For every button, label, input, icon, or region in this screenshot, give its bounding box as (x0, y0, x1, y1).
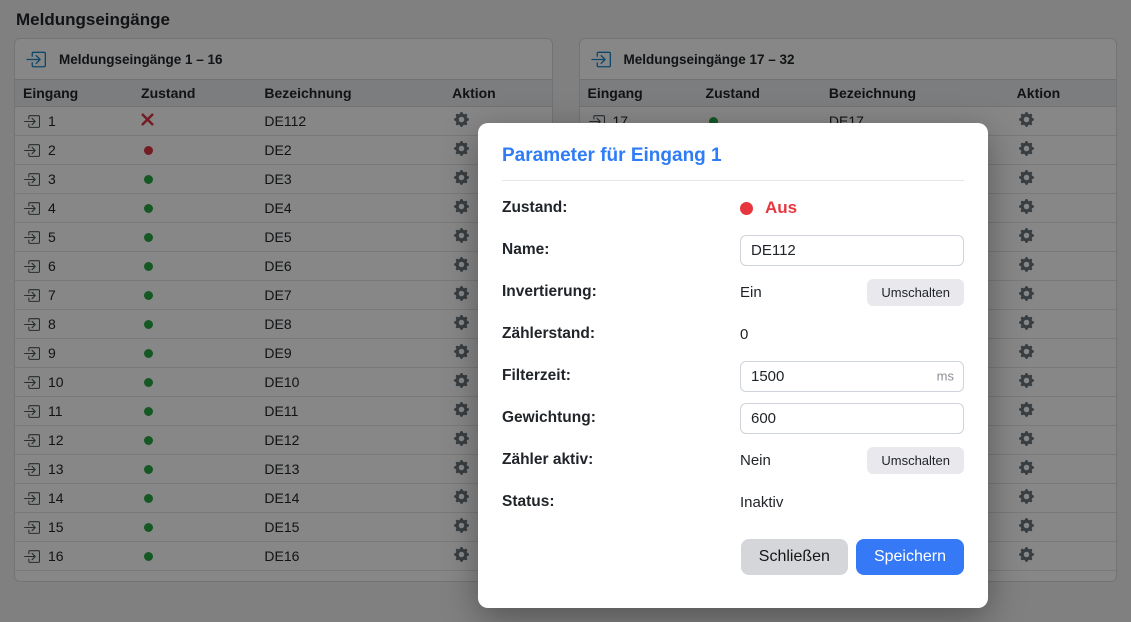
divider (502, 180, 964, 181)
field-label: Zähler aktiv: (502, 451, 740, 469)
field-row-status: Status: Inaktiv (502, 481, 964, 523)
zaehler-aktiv-umschalten-button[interactable]: Umschalten (867, 447, 964, 474)
field-label: Gewichtung: (502, 409, 740, 427)
field-row-invertierung: Invertierung: Ein Umschalten (502, 271, 964, 313)
zustand-value: Aus (740, 198, 964, 218)
invertierung-umschalten-button[interactable]: Umschalten (867, 279, 964, 306)
field-label: Invertierung: (502, 283, 740, 301)
speichern-button[interactable]: Speichern (856, 539, 964, 575)
gewichtung-input[interactable] (740, 403, 964, 434)
zaehlerstand-value: 0 (740, 326, 964, 343)
field-label: Zählerstand: (502, 325, 740, 343)
schliessen-button[interactable]: Schließen (741, 539, 848, 575)
field-row-filterzeit: Filterzeit: ms (502, 355, 964, 397)
field-row-zustand: Zustand: Aus (502, 187, 964, 229)
invertierung-value: Ein (740, 284, 762, 301)
field-label: Status: (502, 493, 740, 511)
ms-unit-label: ms (937, 369, 954, 384)
field-label: Zustand: (502, 199, 740, 217)
field-row-name: Name: (502, 229, 964, 271)
field-label: Filterzeit: (502, 367, 740, 385)
name-input[interactable] (740, 235, 964, 266)
status-dot-icon (740, 202, 753, 215)
zaehler-aktiv-value: Nein (740, 452, 771, 469)
zustand-text: Aus (765, 198, 797, 218)
dialog-title: Parameter für Eingang 1 (502, 145, 964, 180)
field-row-gewichtung: Gewichtung: (502, 397, 964, 439)
parameter-dialog: Parameter für Eingang 1 Zustand: Aus Nam… (478, 123, 988, 608)
status-value: Inaktiv (740, 494, 964, 511)
field-label: Name: (502, 241, 740, 259)
field-row-zaehler-aktiv: Zähler aktiv: Nein Umschalten (502, 439, 964, 481)
filterzeit-input[interactable] (740, 361, 964, 392)
field-row-zaehlerstand: Zählerstand: 0 (502, 313, 964, 355)
dialog-footer: Schließen Speichern (502, 539, 964, 575)
